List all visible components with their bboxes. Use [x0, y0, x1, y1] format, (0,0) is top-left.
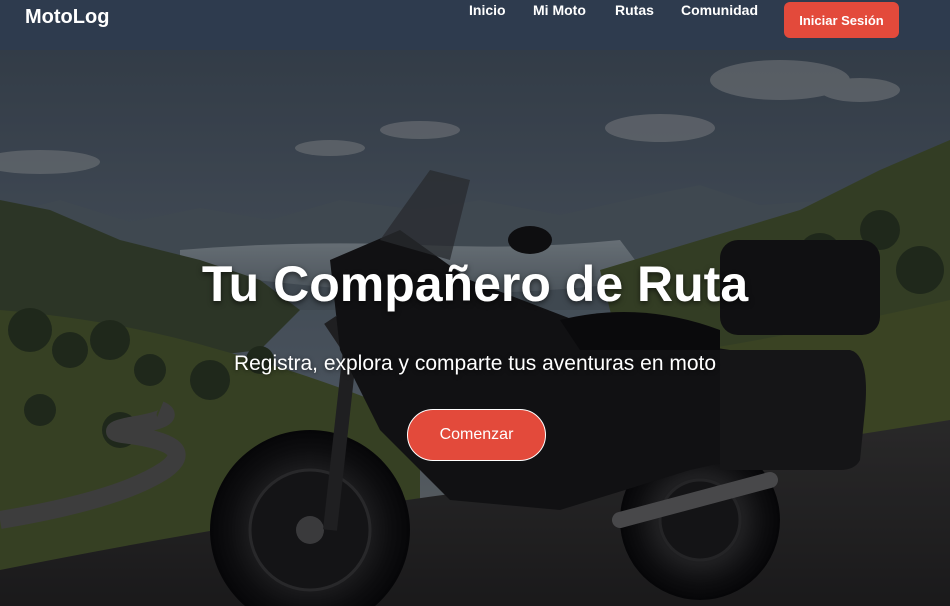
top-navbar: MotoLog Inicio Mi Moto Rutas Comunidad I…	[0, 0, 950, 50]
main-nav: Inicio Mi Moto Rutas Comunidad Iniciar S…	[0, 2, 950, 38]
hero-title: Tu Compañero de Ruta	[201, 256, 749, 312]
nav-link-inicio[interactable]: Inicio	[469, 2, 506, 18]
hero-dark-overlay	[0, 50, 950, 606]
hero-subtitle: Registra, explora y comparte tus aventur…	[233, 352, 717, 375]
nav-link-mi-moto[interactable]: Mi Moto	[533, 2, 586, 18]
nav-link-comunidad[interactable]: Comunidad	[681, 2, 758, 18]
hero-section: Tu Compañero de Ruta Registra, explora y…	[0, 50, 950, 606]
nav-link-rutas[interactable]: Rutas	[615, 2, 654, 18]
login-button[interactable]: Iniciar Sesión	[784, 2, 899, 38]
get-started-button[interactable]: Comenzar	[407, 409, 546, 461]
